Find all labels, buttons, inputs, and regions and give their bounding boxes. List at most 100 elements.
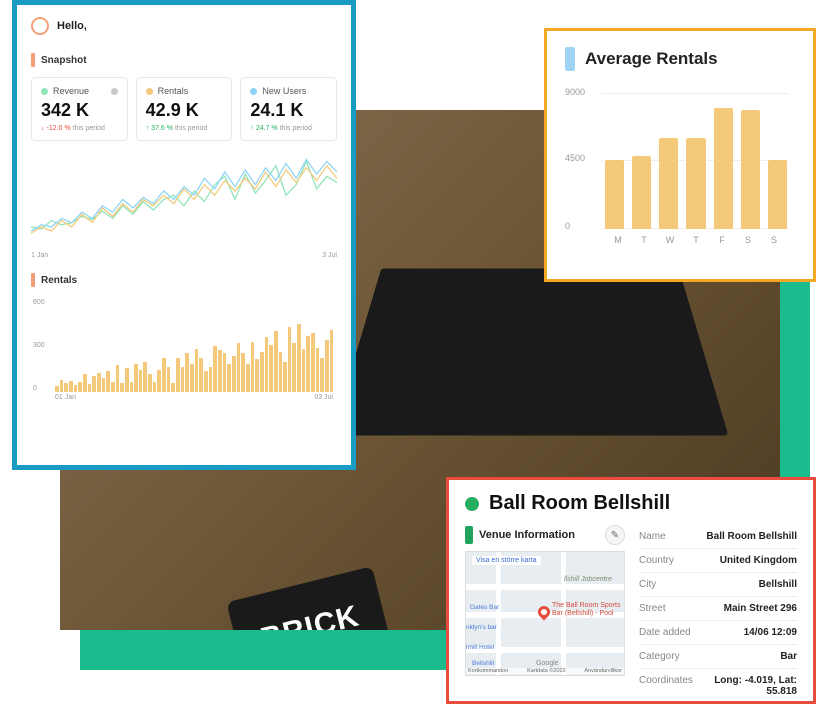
bar[interactable] <box>199 358 203 392</box>
bar[interactable] <box>209 367 213 392</box>
bar[interactable] <box>153 382 157 392</box>
bar[interactable] <box>167 367 171 392</box>
bar[interactable] <box>185 353 189 392</box>
edit-button[interactable]: ✎ <box>605 525 625 545</box>
bar[interactable] <box>241 353 245 392</box>
info-value: 14/06 12:09 <box>744 627 797 638</box>
bar[interactable] <box>265 337 269 392</box>
bar[interactable] <box>213 346 217 392</box>
bar[interactable] <box>143 362 147 392</box>
map-attr-item[interactable]: Kortkommandon <box>468 668 508 674</box>
map-enlarge-link[interactable]: Visa en större karta <box>472 556 541 565</box>
bar[interactable] <box>171 383 175 392</box>
metric-change: 37.6 % <box>151 125 173 132</box>
bar[interactable] <box>195 349 199 392</box>
bar[interactable] <box>204 371 208 392</box>
info-label: City <box>639 579 656 590</box>
bar[interactable] <box>320 358 324 392</box>
rentals-header: Rentals <box>31 273 337 287</box>
bar[interactable] <box>255 359 259 392</box>
bar[interactable] <box>325 340 329 392</box>
bar[interactable] <box>102 378 106 392</box>
bar[interactable] <box>297 324 301 392</box>
metric-card-revenue[interactable]: Revenue 342 K -12.0 % this period <box>31 77 128 141</box>
average-rentals-chart[interactable]: 9000 4500 0 MTWTFSS <box>565 85 795 245</box>
metric-value: 342 K <box>41 100 118 121</box>
bar[interactable] <box>237 343 241 392</box>
bar[interactable] <box>659 138 678 229</box>
bar[interactable] <box>768 160 787 230</box>
venue-left-column: Venue Information ✎ Visa en större karta… <box>465 525 625 703</box>
bar[interactable] <box>227 364 231 392</box>
bar[interactable] <box>246 364 250 392</box>
venue-panel: Ball Room Bellshill Venue Information ✎ … <box>446 477 816 704</box>
bar[interactable] <box>632 156 651 229</box>
bar[interactable] <box>288 327 292 392</box>
bar[interactable] <box>83 374 87 392</box>
bar[interactable] <box>714 108 733 229</box>
bar[interactable] <box>330 330 334 392</box>
bar[interactable] <box>283 362 287 392</box>
bar[interactable] <box>74 385 78 392</box>
info-value: Bellshill <box>759 579 797 590</box>
metric-card-rentals[interactable]: Rentals 42.9 K 37.6 % this period <box>136 77 233 141</box>
bar[interactable] <box>176 358 180 392</box>
bar[interactable] <box>302 349 306 392</box>
ytick: 600 <box>33 299 45 306</box>
bar[interactable] <box>125 368 129 392</box>
bar[interactable] <box>69 381 73 392</box>
bar[interactable] <box>148 374 152 392</box>
bar[interactable] <box>190 364 194 392</box>
bar[interactable] <box>251 342 255 392</box>
avg-title-row: Average Rentals <box>565 47 795 71</box>
bar[interactable] <box>292 343 296 392</box>
bar[interactable] <box>64 383 68 392</box>
bar[interactable] <box>55 386 59 392</box>
bar[interactable] <box>78 382 82 392</box>
bar[interactable] <box>741 110 760 229</box>
venue-map[interactable]: Visa en större karta Gates Bar nklyn's b… <box>465 551 625 676</box>
bar[interactable] <box>269 345 273 392</box>
bar[interactable] <box>97 373 101 392</box>
bar[interactable] <box>306 336 310 392</box>
info-value: Long: -4.019, Lat: 55.818 <box>693 675 797 697</box>
avg-title: Average Rentals <box>585 49 718 69</box>
ytick: 9000 <box>565 87 585 97</box>
bar[interactable] <box>316 348 320 393</box>
bar[interactable] <box>134 364 138 392</box>
bar[interactable] <box>60 380 64 392</box>
bar[interactable] <box>311 333 315 392</box>
bar[interactable] <box>181 367 185 392</box>
bar[interactable] <box>106 371 110 392</box>
bar[interactable] <box>130 382 134 392</box>
bar[interactable] <box>88 384 92 392</box>
bar[interactable] <box>605 160 624 230</box>
avatar-icon[interactable] <box>31 17 49 35</box>
bar[interactable] <box>162 358 166 392</box>
snapshot-line-chart[interactable] <box>31 153 337 248</box>
info-value: United Kingdom <box>720 555 797 566</box>
bar[interactable] <box>218 350 222 392</box>
info-icon[interactable] <box>111 88 118 95</box>
bar[interactable] <box>111 382 115 392</box>
bar[interactable] <box>116 365 120 392</box>
bar[interactable] <box>223 353 227 392</box>
xlabel: S <box>761 235 787 245</box>
rentals-bar-chart[interactable]: 600 300 0 <box>31 297 337 392</box>
map-attribution: Kortkommandon Kartdata ©2022 Användarvil… <box>466 668 624 674</box>
bar[interactable] <box>279 352 283 392</box>
bar[interactable] <box>260 352 264 392</box>
bar[interactable] <box>157 370 161 392</box>
dot-icon <box>41 88 48 95</box>
metric-card-newusers[interactable]: New Users 24.1 K 24.7 % this period <box>240 77 337 141</box>
bar[interactable] <box>139 370 143 392</box>
map-attr-item[interactable]: Användarvillkor <box>584 668 622 674</box>
info-row: StreetMain Street 296 <box>639 597 797 621</box>
bar[interactable] <box>274 331 278 392</box>
dot-icon <box>250 88 257 95</box>
bar[interactable] <box>92 376 96 392</box>
bar[interactable] <box>232 356 236 392</box>
bar[interactable] <box>120 383 124 392</box>
ytick: 0 <box>33 385 37 392</box>
bar[interactable] <box>686 138 705 229</box>
